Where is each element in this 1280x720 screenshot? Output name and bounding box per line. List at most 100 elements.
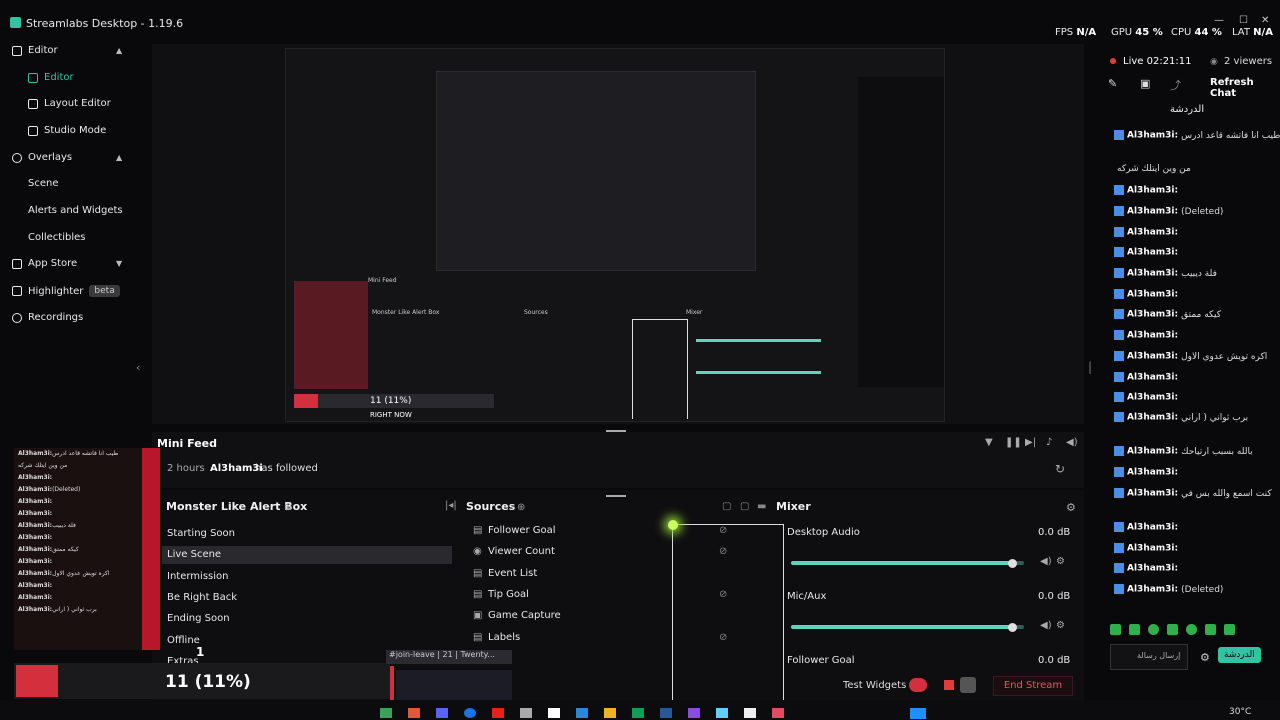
scene-item[interactable]: Be Right Back [162, 589, 452, 607]
taskbar-app-icon[interactable] [548, 708, 560, 718]
emote-icon[interactable] [1205, 624, 1216, 635]
sidebar-item-studio-mode[interactable]: Studio Mode [28, 125, 106, 136]
chat-username[interactable]: Al3ham3i: [1127, 523, 1178, 533]
windows-start-icon[interactable] [910, 708, 926, 719]
source-item[interactable]: Game Capture [488, 610, 561, 621]
pause-icon[interactable]: ❚❚ [1005, 437, 1022, 448]
volume-icon[interactable]: ◀) [1066, 437, 1078, 448]
emote-icon[interactable] [1224, 624, 1235, 635]
chat-username[interactable]: Al3ham3i: [1127, 290, 1178, 300]
source-item[interactable]: Viewer Count [488, 546, 555, 557]
pencil-icon[interactable]: ✎ [1108, 77, 1117, 90]
taskbar-app-icon[interactable] [716, 708, 728, 718]
replay-buffer-icon[interactable] [960, 677, 976, 693]
taskbar-app-icon[interactable] [380, 708, 392, 718]
taskbar-app-icon[interactable] [772, 708, 784, 718]
scene-transitions-icon[interactable]: |◂| [445, 500, 457, 511]
resize-handle[interactable] [606, 495, 626, 497]
emote-icon[interactable] [1129, 624, 1140, 635]
sidebar-item-highlighter[interactable]: Highlighter beta [12, 285, 120, 297]
taskbar-app-icon[interactable] [492, 708, 504, 718]
emote-icon[interactable] [1167, 624, 1178, 635]
maximize-icon[interactable]: ☐ [1239, 15, 1248, 26]
sidebar-item-scene[interactable]: Scene [28, 178, 59, 189]
scene-item[interactable]: Ending Soon [162, 610, 452, 628]
taskbar-app-icon[interactable] [604, 708, 616, 718]
chat-username[interactable]: Al3ham3i: [1127, 248, 1178, 258]
chevron-up-icon[interactable]: ▲ [116, 153, 122, 162]
sidebar-group-editor[interactable]: Editor [12, 45, 58, 56]
collapse-sidebar-icon[interactable]: ‹ [136, 361, 140, 374]
chat-username[interactable]: Al3ham3i: [1127, 564, 1178, 574]
sidebar-item-layout-editor[interactable]: Layout Editor [28, 98, 111, 109]
stop-record-icon[interactable] [944, 680, 954, 690]
scene-item[interactable]: Live Scene [162, 546, 452, 565]
taskbar-app-icon[interactable] [464, 708, 476, 718]
add-source-icon[interactable]: ⊕ [517, 502, 525, 513]
mute-icon[interactable]: ◀) [1040, 556, 1052, 567]
chat-send-button[interactable]: الدردشة [1218, 647, 1261, 663]
resize-handle[interactable] [606, 430, 626, 432]
taskbar-app-icon[interactable] [408, 708, 420, 718]
skip-icon[interactable]: ▶| [1025, 437, 1036, 448]
sidebar-group-overlays[interactable]: Overlays [12, 152, 72, 163]
source-tools-icon[interactable]: ▢ [722, 501, 731, 512]
scene-item[interactable]: Intermission [162, 568, 452, 586]
chat-username[interactable]: Al3ham3i: [1127, 269, 1178, 279]
taskbar-app-icon[interactable] [744, 708, 756, 718]
channel-settings-icon[interactable]: ⚙ [1056, 556, 1065, 567]
chat-username[interactable]: Al3ham3i: [1127, 331, 1178, 341]
mute-icon[interactable]: ◀) [1040, 620, 1052, 631]
source-group-icon[interactable]: ▢ [740, 501, 749, 512]
chat-username[interactable]: Al3ham3i: [1127, 393, 1178, 403]
test-widgets-button[interactable]: Test Widgets [843, 680, 906, 691]
settings-gear-icon[interactable]: ⚙ [1200, 651, 1210, 664]
chat-username[interactable]: Al3ham3i: [1127, 544, 1178, 554]
chat-username[interactable]: Al3ham3i: [1127, 186, 1178, 196]
emote-icon[interactable] [1110, 624, 1121, 635]
sidebar-item-alerts-widgets[interactable]: Alerts and Widgets [28, 205, 123, 216]
sidebar-item-collectibles[interactable]: Collectibles [28, 232, 86, 243]
chevron-up-icon[interactable]: ▲ [116, 46, 122, 55]
channel-settings-icon[interactable]: ⚙ [1056, 620, 1065, 631]
chat-username[interactable]: Al3ham3i: [1127, 352, 1178, 362]
chat-username[interactable]: Al3ham3i: [1127, 468, 1178, 478]
chat-input[interactable]: إرسال رسالة [1110, 644, 1188, 670]
taskbar-app-icon[interactable] [688, 708, 700, 718]
chat-username[interactable]: Al3ham3i: [1127, 413, 1178, 423]
chat-username[interactable]: Al3ham3i: [1127, 489, 1178, 499]
taskbar-app-icon[interactable] [632, 708, 644, 718]
refresh-chat-button[interactable]: Refresh Chat [1210, 77, 1280, 99]
record-toggle-icon[interactable] [909, 678, 927, 692]
sidebar-item-recordings[interactable]: Recordings [12, 312, 83, 323]
bell-icon[interactable]: ♪ [1046, 437, 1052, 448]
chat-username[interactable]: Al3ham3i: [1127, 228, 1178, 238]
replay-icon[interactable]: ↻ [1055, 462, 1065, 476]
taskbar-app-icon[interactable] [576, 708, 588, 718]
minimize-icon[interactable]: — [1214, 15, 1224, 26]
chat-username[interactable]: Al3ham3i: [1127, 207, 1178, 217]
scene-item[interactable]: Starting Soon [162, 525, 452, 543]
chat-username[interactable]: Al3ham3i: [1127, 310, 1178, 320]
emote-icon[interactable] [1148, 624, 1159, 635]
source-folder-icon[interactable]: ▬ [757, 501, 766, 512]
source-item[interactable]: Labels [488, 632, 520, 643]
share-icon[interactable]: ⤴ [1170, 77, 1181, 93]
chat-resize-handle[interactable]: | [1088, 360, 1092, 374]
end-stream-button[interactable]: End Stream [993, 676, 1073, 696]
source-item[interactable]: Event List [488, 568, 537, 579]
chevron-down-icon[interactable]: ▼ [116, 259, 122, 268]
chat-username[interactable]: Al3ham3i: [1127, 447, 1178, 457]
volume-slider-knob[interactable] [1008, 622, 1018, 632]
sidebar-item-app-store[interactable]: App Store [12, 258, 77, 269]
taskbar-app-icon[interactable] [436, 708, 448, 718]
chat-username[interactable]: Al3ham3i: [1127, 131, 1178, 141]
source-item[interactable]: Tip Goal [488, 589, 529, 600]
taskbar-app-icon[interactable] [520, 708, 532, 718]
emote-icon[interactable] [1186, 624, 1197, 635]
volume-slider-knob[interactable] [1008, 558, 1018, 568]
chat-username[interactable]: Al3ham3i: [1127, 373, 1178, 383]
scene-item[interactable]: Offline [162, 632, 452, 650]
add-scene-collection-icon[interactable]: ⊕ [284, 502, 292, 513]
taskbar-app-icon[interactable] [660, 708, 672, 718]
